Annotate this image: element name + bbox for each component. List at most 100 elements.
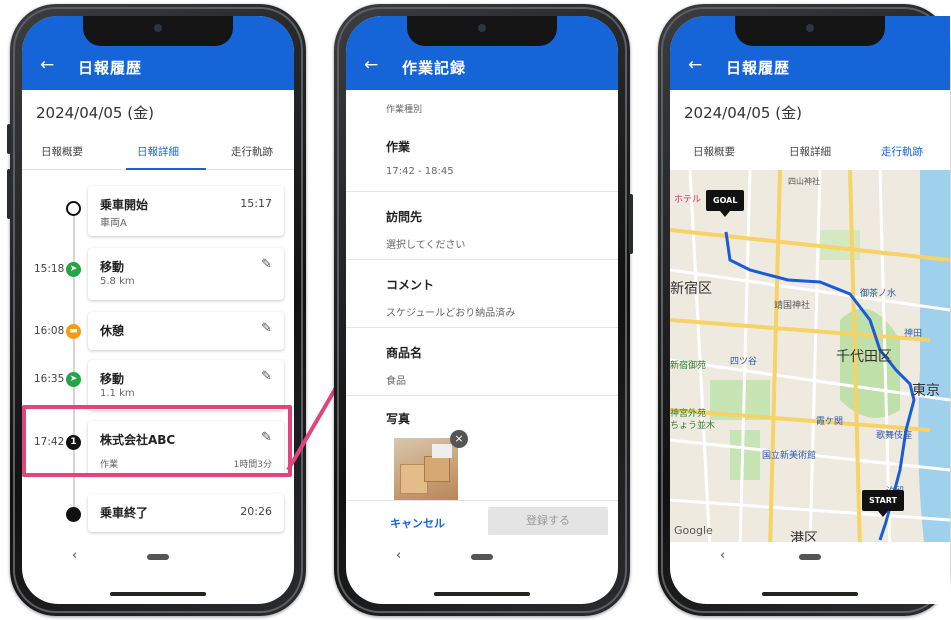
edit-pencil-icon[interactable]: ✎ <box>261 369 272 384</box>
photo-thumbnail[interactable] <box>394 438 458 500</box>
timeline-card-move[interactable]: 移動 5.8 km ✎ <box>88 248 284 300</box>
notch <box>407 16 557 46</box>
tab-route[interactable]: 走行軌跡 <box>212 144 292 159</box>
divider <box>346 259 618 260</box>
phone-work-record: ← 作業記録 作業種別 作業 17:42 - 18:45 訪問先 選択してくださ… <box>334 4 633 616</box>
form-footer: キャンセル 登録する <box>346 500 618 544</box>
nav-back-icon[interactable]: ‹ <box>720 548 725 563</box>
field-label-comment: コメント <box>386 278 435 292</box>
map-label-ichou: ちょう並木 <box>670 421 716 431</box>
map-label-ochanomizu: 御茶ノ水 <box>860 289 897 299</box>
map-label-kasumigaseki: 霞ケ関 <box>816 417 844 427</box>
field-label-visit: 訪問先 <box>386 210 423 224</box>
start-dot-icon <box>66 201 81 216</box>
map-label-shinjuku-gyoen: 新宿御苑 <box>670 361 707 371</box>
screen-daily-detail: ← 日報履歴 2024/04/05 (金) 日報概要 日報詳細 走行軌跡 乗車開… <box>22 16 294 604</box>
visit-select[interactable]: 選択してください <box>386 236 465 251</box>
card-sub: 車両A <box>100 218 127 229</box>
map-graphic <box>670 170 950 542</box>
home-indicator <box>434 592 530 596</box>
card-sub: 5.8 km <box>100 276 135 287</box>
page-title: 作業記録 <box>402 59 467 77</box>
timeline-time: 16:08 <box>34 325 65 337</box>
map-label-chiyoda: 千代田区 <box>836 349 892 365</box>
divider <box>346 395 618 396</box>
timeline-card-move[interactable]: 移動 1.1 km ✎ <box>88 360 284 410</box>
card-title: 休憩 <box>100 324 125 338</box>
system-nav: ‹ <box>346 542 618 604</box>
tab-bar: 日報概要 日報詳細 走行軌跡 <box>670 136 950 170</box>
map-label-shinjuku: 新宿区 <box>670 281 712 297</box>
remove-photo-icon[interactable]: × <box>450 430 468 448</box>
comment-field[interactable]: スケジュールどおり納品済み <box>386 304 515 319</box>
card-title: 移動 <box>100 372 125 386</box>
screen-route-map: ← 日報履歴 2024/04/05 (金) 日報概要 日報詳細 走行軌跡 ホテル… <box>670 16 950 604</box>
home-indicator <box>110 592 206 596</box>
timeline-card-break[interactable]: 休憩 ✎ <box>88 312 284 350</box>
card-title: 移動 <box>100 260 125 274</box>
page-title: 日報履歴 <box>78 59 143 77</box>
map-label-yotsuya: 四ツ谷 <box>730 357 758 367</box>
navigation-arrow-icon: ➤ <box>66 262 81 277</box>
timeline-card-end[interactable]: 乗車終了 20:26 <box>88 494 284 532</box>
page-title: 日報履歴 <box>726 59 791 77</box>
highlight-box <box>22 405 292 477</box>
notch <box>735 16 885 46</box>
card-title: 乗車開始 <box>100 198 149 212</box>
nav-back-icon[interactable]: ‹ <box>396 548 401 563</box>
navigation-arrow-icon: ➤ <box>66 372 81 387</box>
tab-bar: 日報概要 日報詳細 走行軌跡 <box>22 136 294 170</box>
tab-route[interactable]: 走行軌跡 <box>862 144 942 159</box>
product-field[interactable]: 食品 <box>386 372 406 387</box>
card-sub: 1.1 km <box>100 388 135 399</box>
back-arrow-icon[interactable]: ← <box>688 56 702 74</box>
back-arrow-icon[interactable]: ← <box>364 56 378 74</box>
edit-pencil-icon[interactable]: ✎ <box>261 321 272 336</box>
start-marker[interactable]: START <box>862 490 905 517</box>
screen-work-record: ← 作業記録 作業種別 作業 17:42 - 18:45 訪問先 選択してくださ… <box>346 16 618 604</box>
route-map[interactable]: ホテル 四山神社 新宿区 靖国神社 御茶ノ水 神田 四ツ谷 新宿御苑 千代田区 … <box>670 170 950 542</box>
submit-button[interactable]: 登録する <box>488 507 608 535</box>
timeline-card-start[interactable]: 乗車開始 車両A 15:17 <box>88 186 284 236</box>
map-label-yasukuni: 靖国神社 <box>774 301 811 311</box>
divider <box>346 327 618 328</box>
map-label-kanda: 神田 <box>904 329 923 339</box>
card-title: 乗車終了 <box>100 506 149 520</box>
field-value-work-time[interactable]: 17:42 - 18:45 <box>386 166 454 177</box>
timeline-time: 15:18 <box>34 263 65 275</box>
nav-home-pill[interactable] <box>799 554 821 560</box>
tab-underline <box>126 168 206 170</box>
notch <box>83 16 233 46</box>
goal-marker[interactable]: GOAL <box>706 190 745 217</box>
coffee-break-icon: ▬ <box>66 324 81 339</box>
timeline-time: 16:35 <box>34 373 65 385</box>
nav-back-icon[interactable]: ‹ <box>72 548 77 563</box>
field-label-product: 商品名 <box>386 346 423 360</box>
nav-home-pill[interactable] <box>471 554 493 560</box>
map-label-nact: 国立新美術館 <box>762 451 817 461</box>
card-time: 20:26 <box>240 505 272 518</box>
tab-detail[interactable]: 日報詳細 <box>118 144 198 159</box>
section-label: 作業種別 <box>386 105 423 115</box>
nav-home-pill[interactable] <box>147 554 169 560</box>
map-label-top: 四山神社 <box>788 177 820 186</box>
google-logo: Google <box>674 524 713 537</box>
field-label-work: 作業 <box>386 140 411 154</box>
map-label-kabukiza: 歌舞伎座 <box>876 431 913 441</box>
system-nav: ‹ <box>22 542 294 604</box>
end-dot-icon <box>66 507 81 522</box>
field-label-photo: 写真 <box>386 412 411 426</box>
map-label-tokyo: 東京 <box>912 383 940 399</box>
divider <box>346 191 618 192</box>
home-indicator <box>762 592 858 596</box>
phone-route-map: ← 日報履歴 2024/04/05 (金) 日報概要 日報詳細 走行軌跡 ホテル… <box>658 4 950 616</box>
map-label-hotel: ホテル <box>674 195 702 205</box>
tab-overview[interactable]: 日報概要 <box>674 144 754 159</box>
tab-overview[interactable]: 日報概要 <box>22 144 102 159</box>
edit-pencil-icon[interactable]: ✎ <box>261 257 272 272</box>
card-time: 15:17 <box>240 197 272 210</box>
map-label-minato: 港区 <box>790 531 818 542</box>
tab-detail[interactable]: 日報詳細 <box>770 144 850 159</box>
back-arrow-icon[interactable]: ← <box>40 56 54 74</box>
cancel-button[interactable]: キャンセル <box>390 515 445 531</box>
